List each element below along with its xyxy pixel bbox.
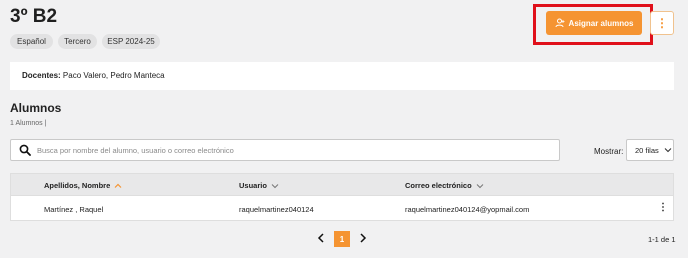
rows-per-page-select[interactable]: 20 filas xyxy=(626,139,674,161)
column-header-email[interactable]: Correo electrónico xyxy=(405,181,484,190)
row-more-options-button[interactable]: ⋮ xyxy=(658,202,668,213)
rows-per-page-value: 20 filas xyxy=(635,145,659,155)
highlight-annotation xyxy=(533,4,653,45)
students-heading: Alumnos xyxy=(10,101,62,115)
tag-course: ESP 2024-25 xyxy=(102,34,160,49)
page-title: 3º B2 xyxy=(10,6,58,27)
column-header-name[interactable]: Apellidos, Nombre xyxy=(44,181,122,190)
search-icon xyxy=(19,144,31,156)
more-vertical-icon: ⋮ xyxy=(656,16,668,30)
page-number-current[interactable]: 1 xyxy=(334,231,350,247)
column-header-user-label: Usuario xyxy=(239,181,267,190)
column-header-name-label: Apellidos, Nombre xyxy=(44,181,111,190)
teachers-names: Paco Valero, Pedro Manteca xyxy=(62,71,165,80)
chevron-left-icon[interactable] xyxy=(317,233,325,243)
teachers-label: Docentes: xyxy=(22,71,61,80)
column-header-user[interactable]: Usuario xyxy=(239,181,279,190)
cell-student-user: raquelmartinez040124 xyxy=(239,205,314,214)
rows-per-page-label: Mostrar: xyxy=(594,147,624,156)
search-box[interactable] xyxy=(10,139,560,161)
cell-student-name: Martínez , Raquel xyxy=(44,205,104,214)
sort-asc-icon xyxy=(114,183,122,188)
teachers-panel: Docentes: Paco Valero, Pedro Manteca xyxy=(10,62,674,90)
table-header: Apellidos, Nombre Usuario Correo electró… xyxy=(11,174,673,196)
tag-language: Español xyxy=(10,34,53,49)
search-input[interactable] xyxy=(37,143,547,157)
column-header-email-label: Correo electrónico xyxy=(405,181,472,190)
chevron-down-icon xyxy=(271,183,279,188)
chevron-right-icon[interactable] xyxy=(359,233,367,243)
chevron-down-icon xyxy=(476,183,484,188)
chevron-down-icon xyxy=(664,148,672,153)
tag-level: Tercero xyxy=(58,34,97,49)
more-options-button[interactable]: ⋮ xyxy=(650,11,674,35)
cell-student-email: raquelmartinez040124@yopmail.com xyxy=(405,205,530,214)
students-count: 1 Alumnos | xyxy=(10,120,47,127)
students-table: Apellidos, Nombre Usuario Correo electró… xyxy=(10,173,674,221)
more-vertical-icon: ⋮ xyxy=(658,202,668,213)
pagination-range: 1-1 de 1 xyxy=(648,235,676,244)
